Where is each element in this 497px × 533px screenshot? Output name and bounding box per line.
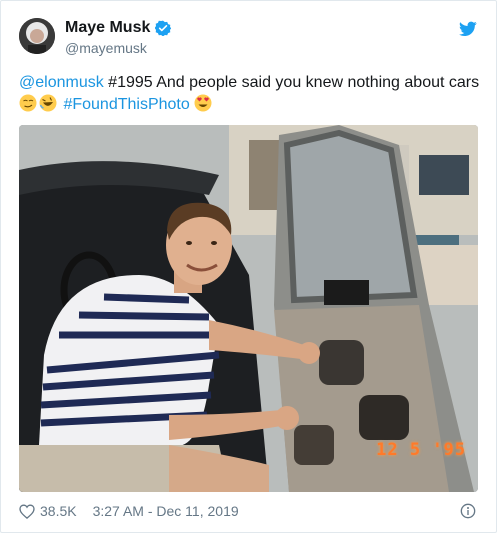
photo-image [19, 125, 478, 492]
tweet-timestamp[interactable]: 3:27 AM - Dec 11, 2019 [93, 503, 239, 519]
tweet-photo[interactable]: 12 5 '95 [19, 125, 478, 492]
smirking-face-emoji [19, 94, 37, 112]
photo-date-stamp: 12 5 '95 [376, 440, 466, 460]
tweet-body: #1995 And people said you knew nothing a… [103, 74, 480, 91]
twitter-bird-icon[interactable] [459, 21, 477, 37]
author-handle[interactable]: @mayemusk [65, 40, 147, 56]
tweet-text: @elonmusk #1995 And people said you knew… [19, 72, 484, 116]
info-icon[interactable] [460, 503, 476, 519]
verified-badge-icon [155, 20, 171, 36]
tweet-card: Maye Musk @mayemusk @elonmusk #1995 And … [0, 0, 497, 533]
rolling-on-floor-laughing-emoji [39, 94, 57, 112]
mention-link[interactable]: @elonmusk [19, 74, 104, 91]
author-name[interactable]: Maye Musk [65, 19, 150, 37]
hashtag-link[interactable]: #FoundThisPhoto [63, 96, 189, 113]
heart-icon[interactable] [19, 503, 35, 519]
heart-eyes-emoji [194, 94, 212, 112]
tweet-footer: 38.5K 3:27 AM - Dec 11, 2019 [19, 501, 239, 521]
avatar[interactable] [19, 18, 55, 54]
like-count[interactable]: 38.5K [40, 503, 77, 519]
